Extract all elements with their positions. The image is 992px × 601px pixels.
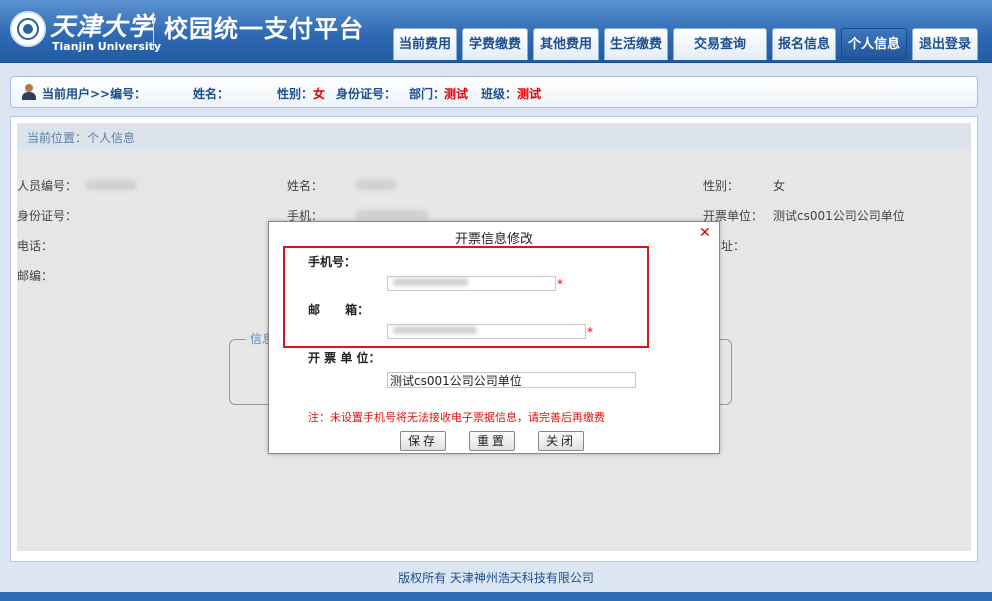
breadcrumb-text: 当前位置：个人信息	[27, 131, 136, 145]
user-class-label: 班级：	[481, 87, 518, 101]
nav-registration[interactable]: 报名信息	[772, 28, 836, 60]
header-banner: 天津大学 Tianjin University 校园统一支付平台 当前费用 学费…	[0, 0, 992, 63]
user-name-label: 姓名：	[193, 87, 230, 101]
invoice-unit-input[interactable]	[387, 372, 636, 388]
profile-gender-value: 女	[773, 179, 786, 193]
mobile-required-mark: *	[557, 277, 563, 291]
breadcrumb: 当前位置：个人信息	[17, 123, 971, 149]
phone-warning-text: 注：未设置手机号将无法接收电子票据信息，请完善后再缴费	[308, 411, 605, 424]
current-user-label: 当前用户>>编号：	[42, 87, 147, 101]
nav-current-fees[interactable]: 当前费用	[393, 28, 457, 60]
user-dept-value: 测试	[444, 87, 469, 101]
redacted-email-input	[393, 326, 477, 334]
staff-no-label: 人员编号：	[17, 179, 78, 193]
mobile-label: 手机号：	[308, 255, 357, 269]
profile-name-label: 姓名：	[287, 179, 324, 193]
profile-phone-label: 电话：	[17, 239, 54, 253]
user-info-bar: 当前用户>>编号： 姓名： 性别： 女 身份证号： 部门： 测试 班级： 测试	[10, 76, 978, 108]
profile-invoice-unit-value: 测试cs001公司公司单位	[773, 209, 905, 223]
user-icon	[21, 84, 37, 100]
invoice-unit-label: 开 票 单 位：	[308, 351, 381, 365]
redacted-mobile-input	[393, 278, 468, 286]
logo-english: Tianjin University	[52, 40, 162, 53]
invoice-edit-dialog: 开票信息修改 ✕ 手机号： * 邮 箱： * 开 票 单 位： 注：未设置手机号…	[268, 221, 720, 454]
email-required-mark: *	[587, 325, 593, 339]
logo-divider	[153, 12, 154, 50]
close-icon[interactable]: ✕	[699, 225, 711, 241]
university-seal-icon	[10, 11, 46, 47]
footer-bar	[0, 592, 992, 601]
profile-gender-label: 性别：	[703, 179, 740, 193]
nav-transaction-query[interactable]: 交易查询	[673, 28, 767, 60]
redacted-mobile	[356, 210, 428, 220]
nav-tuition[interactable]: 学费缴费	[462, 28, 528, 60]
save-button[interactable]: 保存	[400, 431, 446, 451]
user-gender-value: 女	[313, 87, 326, 101]
nav-logout[interactable]: 退出登录	[912, 28, 978, 60]
logo-chinese: 天津大学	[50, 12, 155, 41]
user-dept-label: 部门：	[409, 87, 446, 101]
nav-living-fees[interactable]: 生活缴费	[604, 28, 668, 60]
footer-copyright: 版权所有 天津神州浩天科技有限公司	[398, 571, 594, 585]
reset-button[interactable]: 重置	[469, 431, 515, 451]
nav-personal-info[interactable]: 个人信息	[841, 28, 907, 60]
profile-postcode-label: 邮编：	[17, 269, 54, 283]
nav-other-fees[interactable]: 其他费用	[533, 28, 599, 60]
user-class-value: 测试	[517, 87, 542, 101]
user-gender-label: 性别：	[277, 87, 314, 101]
redacted-staff-no	[86, 180, 136, 190]
user-id-label: 身份证号：	[336, 87, 397, 101]
profile-id-label: 身份证号：	[17, 209, 78, 223]
close-button[interactable]: 关闭	[538, 431, 584, 451]
system-title: 校园统一支付平台	[164, 15, 364, 43]
profile-address-label: 址：	[721, 239, 746, 253]
dialog-title: 开票信息修改	[454, 232, 533, 247]
redacted-name	[356, 180, 396, 190]
email-label: 邮 箱：	[308, 303, 370, 317]
